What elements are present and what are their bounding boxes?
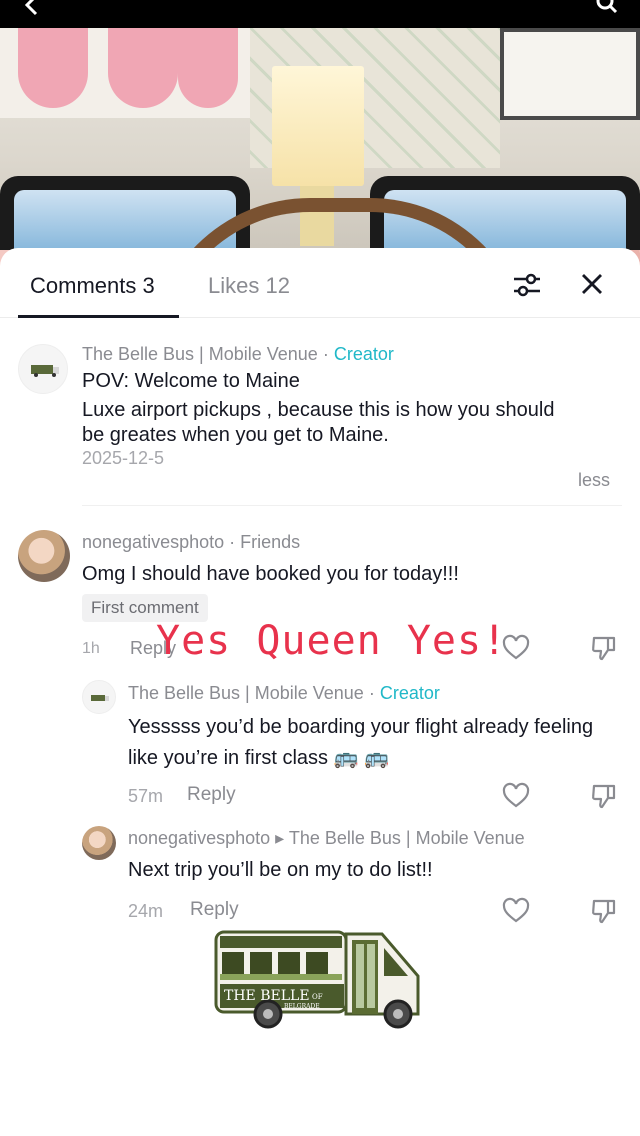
search-icon[interactable] bbox=[596, 0, 618, 14]
creator-avatar[interactable] bbox=[18, 344, 68, 394]
wall-sign bbox=[500, 28, 640, 120]
video-frame[interactable] bbox=[0, 28, 640, 268]
dislike-icon[interactable] bbox=[590, 634, 618, 662]
creator-badge: Creator bbox=[379, 683, 440, 703]
reply-author-line: nonegativesphoto ▸ The Belle Bus | Mobil… bbox=[128, 827, 525, 849]
filter-icon[interactable] bbox=[512, 270, 542, 300]
commenter-avatar[interactable] bbox=[18, 530, 70, 582]
sticker-line2: BELGRADE bbox=[284, 1003, 320, 1010]
bus-logo-icon bbox=[91, 695, 109, 701]
caption-date: 2025-12-5 bbox=[82, 448, 165, 468]
creator-avatar[interactable] bbox=[82, 680, 116, 714]
overlay-caption: Yes Queen Yes! bbox=[156, 618, 508, 664]
tab-likes[interactable]: Likes 12 bbox=[208, 273, 290, 299]
comments-tab-bar: Comments 3 Likes 12 bbox=[0, 248, 640, 318]
reply-button[interactable]: Reply bbox=[187, 784, 236, 806]
heart-icon[interactable] bbox=[502, 782, 530, 810]
dislike-icon[interactable] bbox=[590, 897, 618, 925]
back-arrow-icon[interactable] bbox=[22, 0, 44, 16]
active-tab-indicator bbox=[18, 315, 179, 318]
pink-decor bbox=[178, 28, 238, 108]
belle-bus-sticker: THE BELLE OF BELGRADE bbox=[214, 930, 420, 1029]
comment-author[interactable]: nonegativesphoto bbox=[82, 532, 224, 552]
reply-text: Yesssss you’d be boarding your flight al… bbox=[128, 716, 594, 769]
creator-badge: Creator bbox=[333, 344, 394, 364]
reply-text: Next trip you’ll be on my to do list!! bbox=[128, 859, 433, 881]
reply-time: 57m bbox=[128, 786, 164, 806]
caption-title: POV: Welcome to Maine bbox=[82, 370, 300, 392]
dislike-icon[interactable] bbox=[590, 782, 618, 810]
commenter-avatar[interactable] bbox=[82, 826, 116, 860]
top-bar bbox=[0, 0, 640, 28]
comments-sheet: Comments 3 Likes 12 The Belle Bus | Mobi… bbox=[0, 248, 640, 1136]
comment-time: 1h bbox=[82, 640, 100, 657]
pink-decor bbox=[108, 28, 178, 108]
sticker-of: OF bbox=[312, 993, 323, 1001]
sticker-line1: THE BELLE bbox=[224, 988, 310, 1004]
reply-author-line: The Belle Bus | Mobile Venue · Creator bbox=[128, 683, 440, 703]
reply-author[interactable]: The Belle Bus | Mobile Venue bbox=[128, 683, 364, 703]
reply-to-name[interactable]: The Belle Bus | Mobile Venue bbox=[289, 828, 525, 848]
friends-badge: Friends bbox=[240, 532, 301, 552]
reply-time: 24m bbox=[128, 901, 164, 921]
caption-author-line: The Belle Bus | Mobile Venue · Creator bbox=[82, 344, 394, 364]
comment-author-line: nonegativesphoto · Friends bbox=[82, 532, 301, 552]
comment-text: Omg I should have booked you for today!!… bbox=[82, 563, 459, 585]
bus-logo-icon bbox=[31, 365, 59, 377]
reply-button[interactable]: Reply bbox=[190, 899, 239, 921]
caption-body: Luxe airport pickups , because this is h… bbox=[82, 399, 555, 446]
lamp bbox=[272, 66, 364, 186]
reply-author[interactable]: nonegativesphoto bbox=[128, 828, 270, 848]
less-button[interactable]: less bbox=[578, 469, 610, 491]
tab-comments[interactable]: Comments 3 bbox=[30, 273, 155, 299]
caption-author[interactable]: The Belle Bus | Mobile Venue bbox=[82, 344, 318, 364]
close-icon[interactable] bbox=[578, 270, 606, 298]
reply-arrow-icon: ▸ bbox=[270, 828, 289, 848]
pink-decor bbox=[18, 28, 88, 108]
divider bbox=[82, 505, 622, 506]
heart-icon[interactable] bbox=[502, 897, 530, 925]
